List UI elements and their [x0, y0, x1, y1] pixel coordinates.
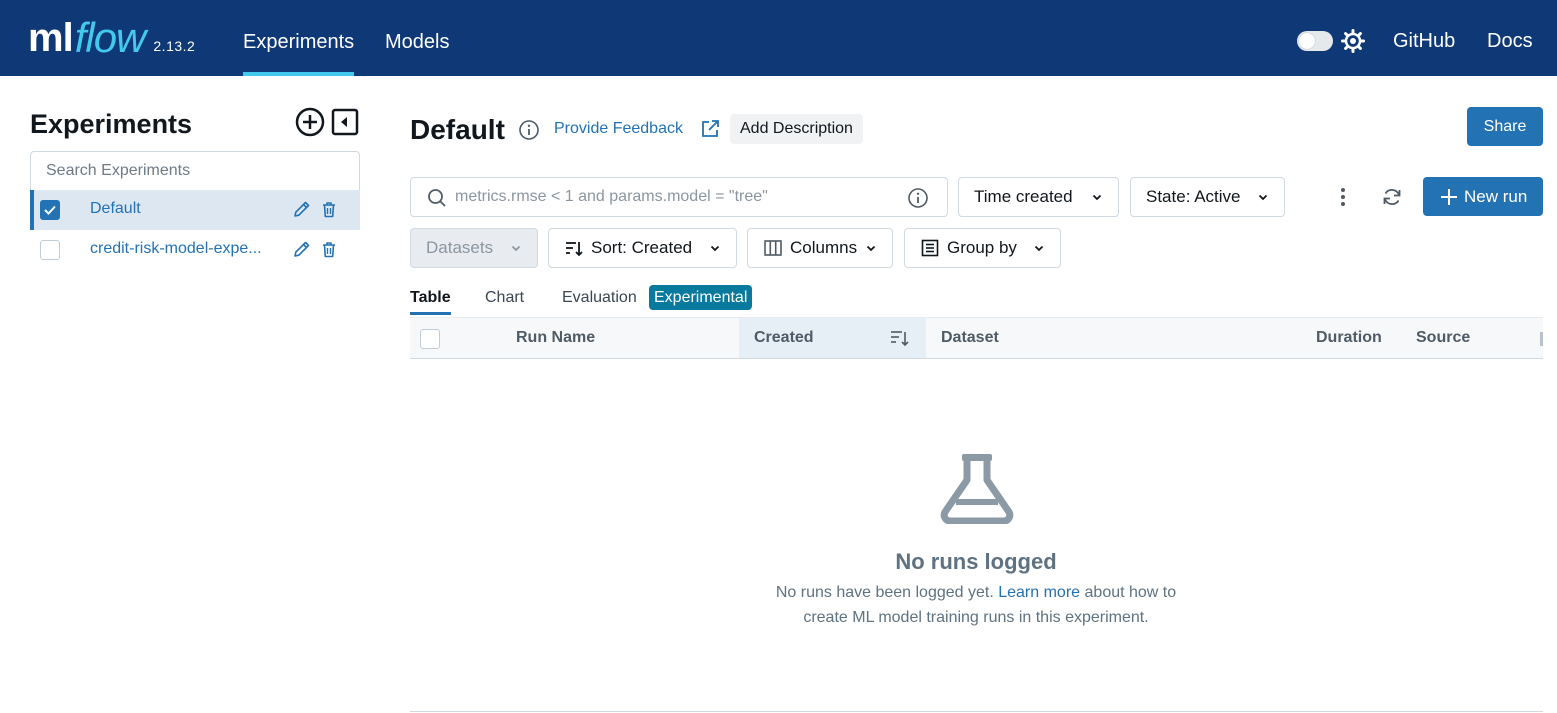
- experiment-checkbox[interactable]: [40, 200, 60, 220]
- column-duration[interactable]: Duration: [1316, 318, 1382, 358]
- empty-text-after1: about how to: [1084, 584, 1177, 601]
- datasets-label: Datasets: [426, 238, 494, 257]
- toggle-knob: [1299, 33, 1315, 49]
- group-by-dropdown[interactable]: Group by: [904, 228, 1061, 268]
- experiment-list: Default credit-risk-model-expe...: [30, 190, 360, 270]
- sidebar-title: Experiments: [30, 109, 193, 139]
- empty-text-after2: create ML model training runs in this ex…: [803, 609, 1149, 626]
- share-button[interactable]: Share: [1467, 107, 1543, 146]
- time-created-label: Time created: [974, 187, 1073, 206]
- experiment-row-credit-risk[interactable]: credit-risk-model-expe...: [30, 230, 360, 270]
- new-run-label: New run: [1464, 186, 1528, 206]
- select-all-checkbox[interactable]: [420, 329, 440, 349]
- column-source[interactable]: Source: [1416, 318, 1470, 358]
- experimental-badge: Experimental: [649, 285, 753, 310]
- column-dataset[interactable]: Dataset: [941, 318, 999, 358]
- info-icon[interactable]: [518, 119, 540, 141]
- sort-label: Sort: Created: [591, 238, 693, 257]
- sort-icon: [566, 242, 583, 257]
- group-by-label: Group by: [947, 238, 1017, 257]
- dark-mode-toggle[interactable]: [1297, 31, 1333, 51]
- page-title: Default: [410, 114, 505, 145]
- logo-ml-text: ml: [28, 16, 74, 60]
- edit-icon[interactable]: [292, 239, 312, 259]
- add-description-button[interactable]: Add Description: [730, 114, 863, 144]
- column-overflow-edge: [1540, 332, 1543, 346]
- kebab-menu-icon[interactable]: [1333, 186, 1353, 208]
- nav-models[interactable]: Models: [385, 0, 449, 76]
- column-run-name[interactable]: Run Name: [516, 318, 595, 358]
- nav-github-link[interactable]: GitHub: [1393, 30, 1455, 53]
- run-search-input[interactable]: [455, 179, 895, 215]
- mlflow-logo[interactable]: ml flow 2.13.2: [28, 10, 195, 66]
- search-syntax-info-icon[interactable]: [907, 187, 929, 209]
- time-created-dropdown[interactable]: Time created: [958, 177, 1119, 217]
- experiment-row-default[interactable]: Default: [30, 190, 360, 230]
- state-filter-dropdown[interactable]: State: Active: [1130, 177, 1285, 217]
- sort-descending-icon[interactable]: [890, 329, 910, 347]
- empty-state-text: No runs have been logged yet. Learn more…: [726, 580, 1226, 630]
- flask-icon: [940, 454, 1014, 524]
- logo-flow-text: flow: [74, 14, 147, 61]
- chevron-down-icon: [1034, 245, 1044, 252]
- collapse-sidebar-icon[interactable]: [331, 108, 359, 136]
- chevron-down-icon: [511, 245, 521, 252]
- search-icon: [428, 189, 446, 207]
- datasets-dropdown[interactable]: Datasets: [410, 228, 538, 268]
- external-link-icon[interactable]: [700, 119, 720, 139]
- chevron-down-icon: [710, 245, 720, 252]
- empty-text-before: No runs have been logged yet.: [775, 584, 994, 601]
- learn-more-link[interactable]: Learn more: [998, 584, 1080, 601]
- top-nav-bar: ml flow 2.13.2 Experiments Models GitHub…: [0, 0, 1557, 76]
- chevron-down-icon: [866, 245, 876, 252]
- experiment-name[interactable]: Default: [90, 200, 280, 218]
- trash-icon[interactable]: [321, 241, 337, 258]
- version-label: 2.13.2: [153, 38, 196, 54]
- tab-chart[interactable]: Chart: [485, 289, 524, 307]
- refresh-icon[interactable]: [1381, 186, 1403, 208]
- gear-icon[interactable]: [1341, 29, 1365, 53]
- columns-label: Columns: [790, 238, 858, 257]
- experiment-checkbox[interactable]: [40, 240, 60, 260]
- experiment-name[interactable]: credit-risk-model-expe...: [90, 240, 280, 258]
- check-icon: [44, 205, 56, 215]
- chevron-down-icon: [1092, 194, 1102, 201]
- nav-experiments[interactable]: Experiments: [243, 0, 355, 76]
- chevron-down-icon: [1258, 194, 1268, 201]
- plus-icon: [1441, 188, 1457, 205]
- nav-docs-link[interactable]: Docs: [1487, 30, 1533, 53]
- search-experiments-input[interactable]: [30, 151, 360, 191]
- group-by-icon: [921, 239, 939, 257]
- tab-evaluation[interactable]: Evaluation: [562, 289, 637, 307]
- run-search-box[interactable]: [410, 177, 948, 217]
- empty-state-title: No runs logged: [895, 549, 1057, 574]
- edit-icon[interactable]: [292, 199, 312, 219]
- runs-table-header: Run Name Created Dataset Duration Source: [410, 317, 1543, 359]
- trash-icon[interactable]: [321, 201, 337, 218]
- provide-feedback-link[interactable]: Provide Feedback: [554, 120, 683, 138]
- tab-table[interactable]: Table: [410, 289, 451, 315]
- sort-dropdown[interactable]: Sort: Created: [548, 228, 737, 268]
- columns-icon: [764, 240, 782, 256]
- state-filter-label: State: Active: [1146, 187, 1241, 206]
- add-experiment-icon[interactable]: [295, 107, 325, 137]
- table-bottom-divider: [410, 711, 1543, 712]
- new-run-button[interactable]: New run: [1423, 177, 1543, 216]
- columns-dropdown[interactable]: Columns: [747, 228, 893, 268]
